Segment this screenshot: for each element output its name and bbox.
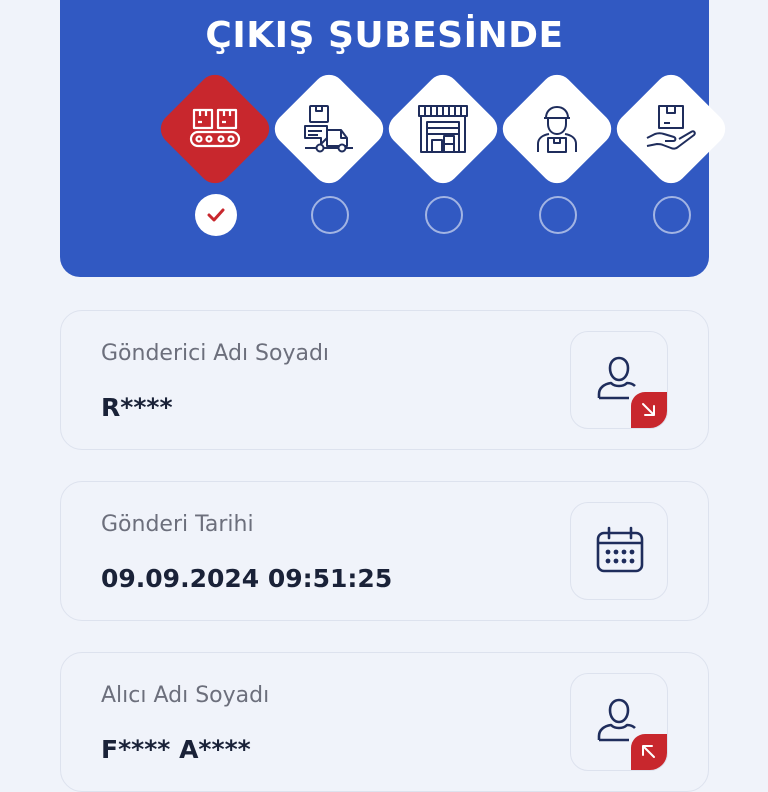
shipment-date-icon-box (570, 502, 668, 600)
shipment-date-value: 09.09.2024 09:51:25 (101, 564, 393, 593)
recipient-card: Alıcı Adı Soyadı F**** A**** (60, 652, 709, 792)
incoming-badge (631, 734, 667, 770)
step-5-pending (653, 196, 691, 234)
sender-label: Gönderici Adı Soyadı (101, 341, 330, 366)
arrow-up-left-icon (642, 745, 655, 758)
sender-card: Gönderici Adı Soyadı R**** (60, 310, 709, 450)
calendar-icon (596, 526, 644, 573)
step-in-transit (268, 68, 390, 190)
shipment-date-card: Gönderi Tarihi 09.09.2024 09:51:25 (60, 481, 709, 621)
step-2-pending (311, 196, 349, 234)
hand-package-icon (646, 105, 696, 150)
warehouse-icon (418, 105, 468, 153)
arrow-down-right-icon (642, 403, 655, 416)
shipment-status-card: ÇIKIŞ ŞUBESİNDE (60, 0, 732, 277)
check-icon (207, 208, 225, 222)
sender-icon-box (570, 331, 668, 429)
status-title: ÇIKIŞ ŞUBESİNDE (205, 15, 564, 56)
recipient-label: Alıcı Adı Soyadı (101, 683, 270, 708)
courier-icon (537, 106, 577, 153)
recipient-icon-box (570, 673, 668, 771)
step-4-pending (539, 196, 577, 234)
outgoing-badge (631, 392, 667, 428)
recipient-value: F**** A**** (101, 735, 251, 764)
sender-value: R**** (101, 393, 173, 422)
step-1-checked (195, 194, 237, 236)
step-courier (496, 68, 618, 190)
step-3-pending (425, 196, 463, 234)
delivery-truck-icon (304, 105, 353, 153)
step-branch (382, 68, 504, 190)
step-delivered (610, 68, 732, 190)
conveyor-boxes-icon (189, 108, 241, 148)
shipment-date-label: Gönderi Tarihi (101, 512, 254, 537)
step-conveyor (154, 68, 276, 190)
